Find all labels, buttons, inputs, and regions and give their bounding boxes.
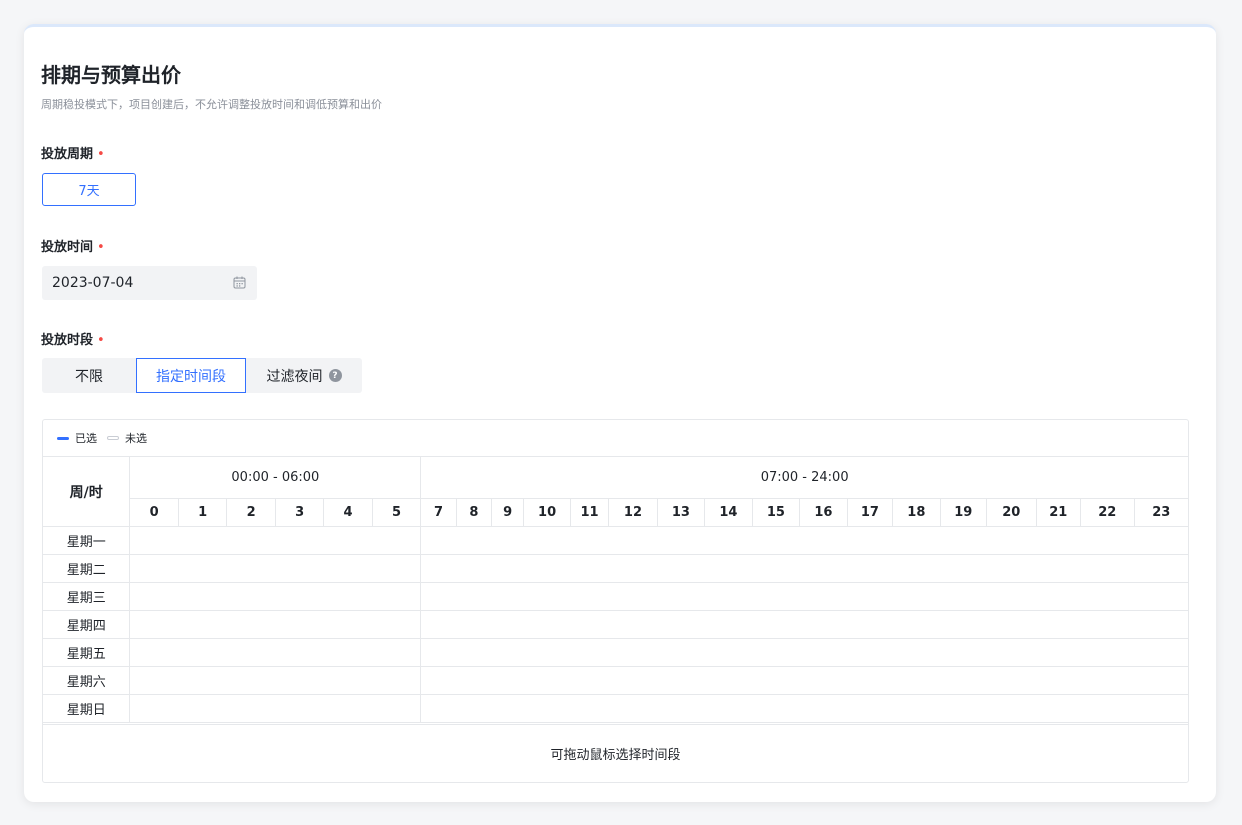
period-label: 投放周期 • — [41, 143, 105, 162]
hour-header-16: 16 — [799, 498, 848, 527]
calendar-icon — [233, 276, 246, 293]
selected-legend-label: 已选 — [75, 432, 97, 445]
question-circle-icon[interactable]: ? — [328, 369, 342, 382]
timeslot-label-text: 投放时段 — [41, 333, 94, 348]
drag-hint: 可拖动鼠标选择时间段 — [43, 724, 1188, 782]
hour-header-20: 20 — [986, 498, 1037, 527]
section-subtitle: 周期稳投模式下，项目创建后，不允许调整投放时间和调低预算和出价 — [41, 98, 382, 111]
hour-header-19: 19 — [939, 498, 988, 527]
timeslot-label: 投放时段 • — [41, 329, 105, 348]
time-slot-cells-0-5[interactable] — [129, 554, 421, 583]
range-header-morning: 00:00 - 06:00 — [129, 456, 422, 499]
time-slot-cells-7-23[interactable] — [420, 610, 1188, 639]
hour-header-13: 13 — [656, 498, 706, 527]
timeslot-option-filter-night[interactable]: 过滤夜间 ? — [246, 358, 362, 393]
hour-header-3: 3 — [274, 498, 325, 527]
hour-header-22: 22 — [1080, 498, 1135, 527]
timeslot-option-unlimited[interactable]: 不限 — [42, 358, 136, 393]
required-mark: • — [97, 147, 105, 162]
day-row: 星期一 — [43, 526, 1188, 555]
schedule-table: 周/时 00:00 - 06:00 07:00 - 24:00 01234578… — [43, 456, 1188, 723]
hour-header-18: 18 — [892, 498, 941, 527]
day-label: 星期二 — [43, 554, 131, 583]
selected-legend-marker — [57, 436, 69, 440]
hour-header-10: 10 — [523, 498, 571, 527]
timeslot-segmented-control: 不限 指定时间段 过滤夜间 ? — [42, 358, 362, 393]
date-label: 投放时间 • — [41, 236, 105, 255]
time-slot-cells-7-23[interactable] — [420, 694, 1188, 723]
required-mark: • — [97, 333, 105, 348]
unselected-legend-label: 未选 — [125, 432, 147, 445]
time-slot-cells-7-23[interactable] — [420, 582, 1188, 611]
day-row: 星期日 — [43, 694, 1188, 723]
time-slot-cells-7-23[interactable] — [420, 554, 1188, 583]
time-slot-cells-7-23[interactable] — [420, 526, 1188, 555]
day-row: 星期六 — [43, 666, 1188, 695]
unselected-legend-marker — [107, 436, 119, 440]
hour-header-0: 0 — [129, 498, 179, 527]
time-slot-cells-0-5[interactable] — [129, 526, 421, 555]
date-label-text: 投放时间 — [41, 240, 94, 255]
day-label: 星期日 — [43, 694, 131, 723]
time-slot-cells-7-23[interactable] — [420, 666, 1188, 695]
hour-header-23: 23 — [1133, 498, 1188, 527]
schedule-legend: 已选 未选 — [57, 430, 147, 446]
time-slot-cells-0-5[interactable] — [129, 582, 421, 611]
day-label: 星期四 — [43, 610, 131, 639]
day-row: 星期三 — [43, 582, 1188, 611]
hour-header-15: 15 — [751, 498, 801, 527]
hour-header-21: 21 — [1035, 498, 1082, 527]
day-row: 星期二 — [43, 554, 1188, 583]
period-option-7days[interactable]: 7天 — [42, 173, 136, 206]
hour-header-9: 9 — [491, 498, 525, 527]
day-label: 星期一 — [43, 526, 131, 555]
date-picker-input[interactable]: 2023-07-04 — [42, 266, 257, 300]
section-title: 排期与预算出价 — [41, 63, 181, 87]
range-header-day: 07:00 - 24:00 — [420, 456, 1188, 499]
day-row: 星期四 — [43, 610, 1188, 639]
hour-header-14: 14 — [704, 498, 753, 527]
hour-header-12: 12 — [608, 498, 658, 527]
day-label: 星期三 — [43, 582, 131, 611]
hour-header-17: 17 — [846, 498, 894, 527]
schedule-budget-card: 排期与预算出价 周期稳投模式下，项目创建后，不允许调整投放时间和调低预算和出价 … — [24, 24, 1216, 802]
hour-header-4: 4 — [323, 498, 373, 527]
required-mark: • — [97, 240, 105, 255]
hour-header-7: 7 — [420, 498, 457, 527]
time-slot-cells-0-5[interactable] — [129, 610, 421, 639]
time-schedule-grid: 已选 未选 周/时 00:00 - 06:00 07:00 - 24:00 01… — [42, 419, 1189, 783]
day-label: 星期六 — [43, 666, 131, 695]
hour-header-8: 8 — [455, 498, 493, 527]
period-label-text: 投放周期 — [41, 147, 94, 162]
date-value: 2023-07-04 — [52, 275, 134, 291]
timeslot-option-specified[interactable]: 指定时间段 — [136, 358, 246, 393]
hour-header-2: 2 — [226, 498, 276, 527]
week-hour-header: 周/时 — [43, 456, 131, 527]
hour-header-11: 11 — [569, 498, 610, 527]
day-row: 星期五 — [43, 638, 1188, 667]
time-slot-cells-7-23[interactable] — [420, 638, 1188, 667]
hour-header-1: 1 — [177, 498, 228, 527]
day-label: 星期五 — [43, 638, 131, 667]
hour-header-5: 5 — [371, 498, 422, 527]
time-slot-cells-0-5[interactable] — [129, 638, 421, 667]
time-slot-cells-0-5[interactable] — [129, 666, 421, 695]
time-slot-cells-0-5[interactable] — [129, 694, 421, 723]
timeslot-option-filter-night-label: 过滤夜间 — [266, 368, 323, 385]
